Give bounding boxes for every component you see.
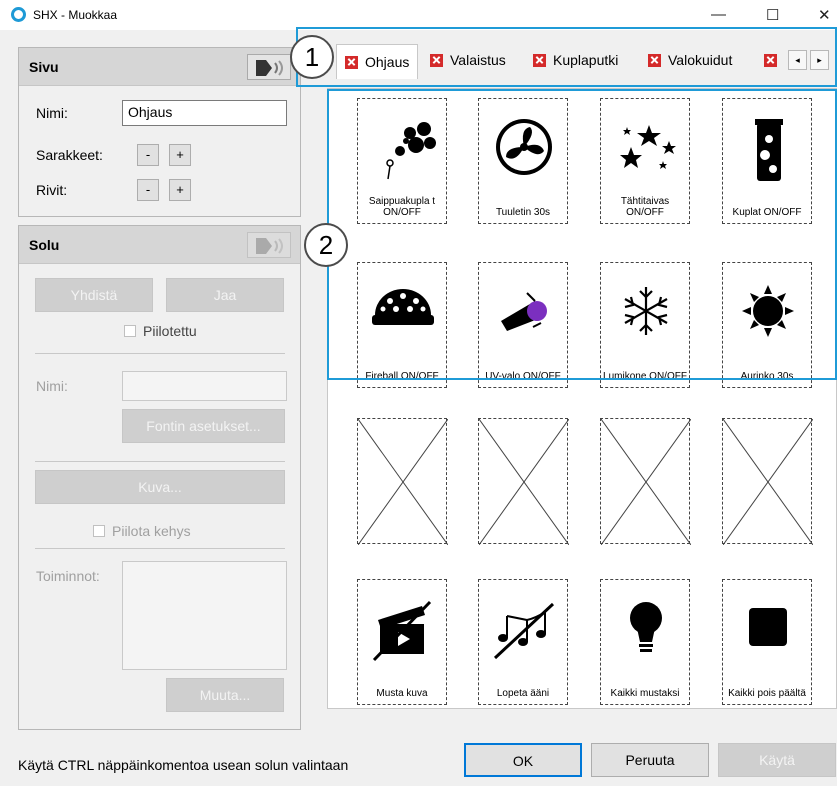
empty-cell[interactable] — [600, 418, 691, 545]
image-button[interactable]: Kuva... — [35, 470, 285, 504]
empty-placeholder-icon — [601, 419, 691, 545]
app-logo-icon — [11, 7, 26, 22]
speaker-icon — [256, 238, 283, 254]
cell-name-label: Nimi: — [36, 378, 68, 394]
columns-plus-button[interactable]: + — [169, 144, 191, 166]
cell-black-screen[interactable]: Musta kuva — [357, 579, 447, 705]
close-button[interactable]: ✕ — [818, 6, 831, 24]
cell-settings-title: Solu — [29, 237, 60, 253]
hidden-checkbox[interactable] — [124, 325, 136, 337]
stop-square-icon — [749, 608, 787, 646]
minimize-button[interactable]: — — [711, 6, 726, 23]
callout-1: 1 — [290, 35, 334, 79]
empty-placeholder-icon — [479, 419, 569, 545]
cell-all-black[interactable]: Kaikki mustaksi — [600, 579, 690, 705]
ok-button[interactable]: OK — [464, 743, 582, 777]
empty-cell[interactable] — [357, 418, 448, 545]
cell-label: Musta kuva — [376, 688, 428, 699]
rows-minus-button[interactable]: - — [137, 179, 159, 201]
merge-button[interactable]: Yhdistä — [35, 278, 153, 312]
page-name-input[interactable]: Ohjaus — [122, 100, 287, 126]
grid-highlight-box — [327, 89, 837, 380]
window-title: SHX - Muokkaa — [33, 8, 118, 22]
cell-label: Lopeta ääni — [496, 688, 550, 699]
columns-minus-button[interactable]: - — [137, 144, 159, 166]
hide-frame-label: Piilota kehys — [112, 523, 191, 539]
hide-frame-checkbox[interactable] — [93, 525, 105, 537]
cell-label: Kaikki pois päältä — [728, 688, 806, 699]
change-button[interactable]: Muuta... — [166, 678, 284, 712]
actions-list[interactable] — [122, 561, 287, 670]
cell-label: Kaikki mustaksi — [610, 688, 680, 699]
bulb-icon — [630, 602, 662, 652]
cell-speak-button[interactable] — [247, 232, 291, 258]
cancel-button[interactable]: Peruuta — [591, 743, 709, 777]
status-text: Käytä CTRL näppäinkomentoa usean solun v… — [18, 757, 349, 773]
empty-placeholder-icon — [358, 419, 448, 545]
split-button[interactable]: Jaa — [166, 278, 284, 312]
empty-cell[interactable] — [478, 418, 569, 545]
hidden-label: Piilotettu — [143, 323, 197, 339]
cell-stop-sound[interactable]: Lopeta ääni — [478, 579, 568, 705]
rows-plus-button[interactable]: + — [169, 179, 191, 201]
title-bar: SHX - Muokkaa — ☐ ✕ — [0, 0, 837, 30]
divider — [35, 548, 285, 549]
divider — [35, 353, 285, 354]
tabs-highlight-box — [296, 27, 837, 87]
music-off-icon — [493, 602, 555, 660]
divider — [35, 461, 285, 462]
rows-label: Rivit: — [36, 182, 68, 198]
font-settings-button[interactable]: Fontin asetukset... — [122, 409, 285, 443]
actions-label: Toiminnot: — [36, 568, 100, 584]
cell-name-input[interactable] — [122, 371, 287, 401]
page-name-label: Nimi: — [36, 105, 68, 121]
empty-placeholder-icon — [723, 419, 813, 545]
empty-cell[interactable] — [722, 418, 813, 545]
speak-button[interactable] — [247, 54, 291, 80]
cell-settings-header: Solu — [19, 226, 300, 264]
apply-button[interactable]: Käytä — [718, 743, 836, 777]
cell-settings-group: Solu Yhdistä Jaa Piilotettu Nimi: Fontin… — [18, 225, 301, 730]
columns-label: Sarakkeet: — [36, 147, 103, 163]
callout-2: 2 — [304, 223, 348, 267]
page-settings-header: Sivu — [19, 48, 300, 86]
maximize-button[interactable]: ☐ — [766, 6, 779, 24]
clapperboard-off-icon — [372, 600, 432, 662]
speaker-icon — [256, 60, 283, 76]
page-settings-group: Sivu Nimi: Ohjaus Sarakkeet: - + Rivit: … — [18, 47, 301, 217]
cell-all-off[interactable]: Kaikki pois päältä — [722, 579, 812, 705]
page-settings-title: Sivu — [29, 59, 59, 75]
